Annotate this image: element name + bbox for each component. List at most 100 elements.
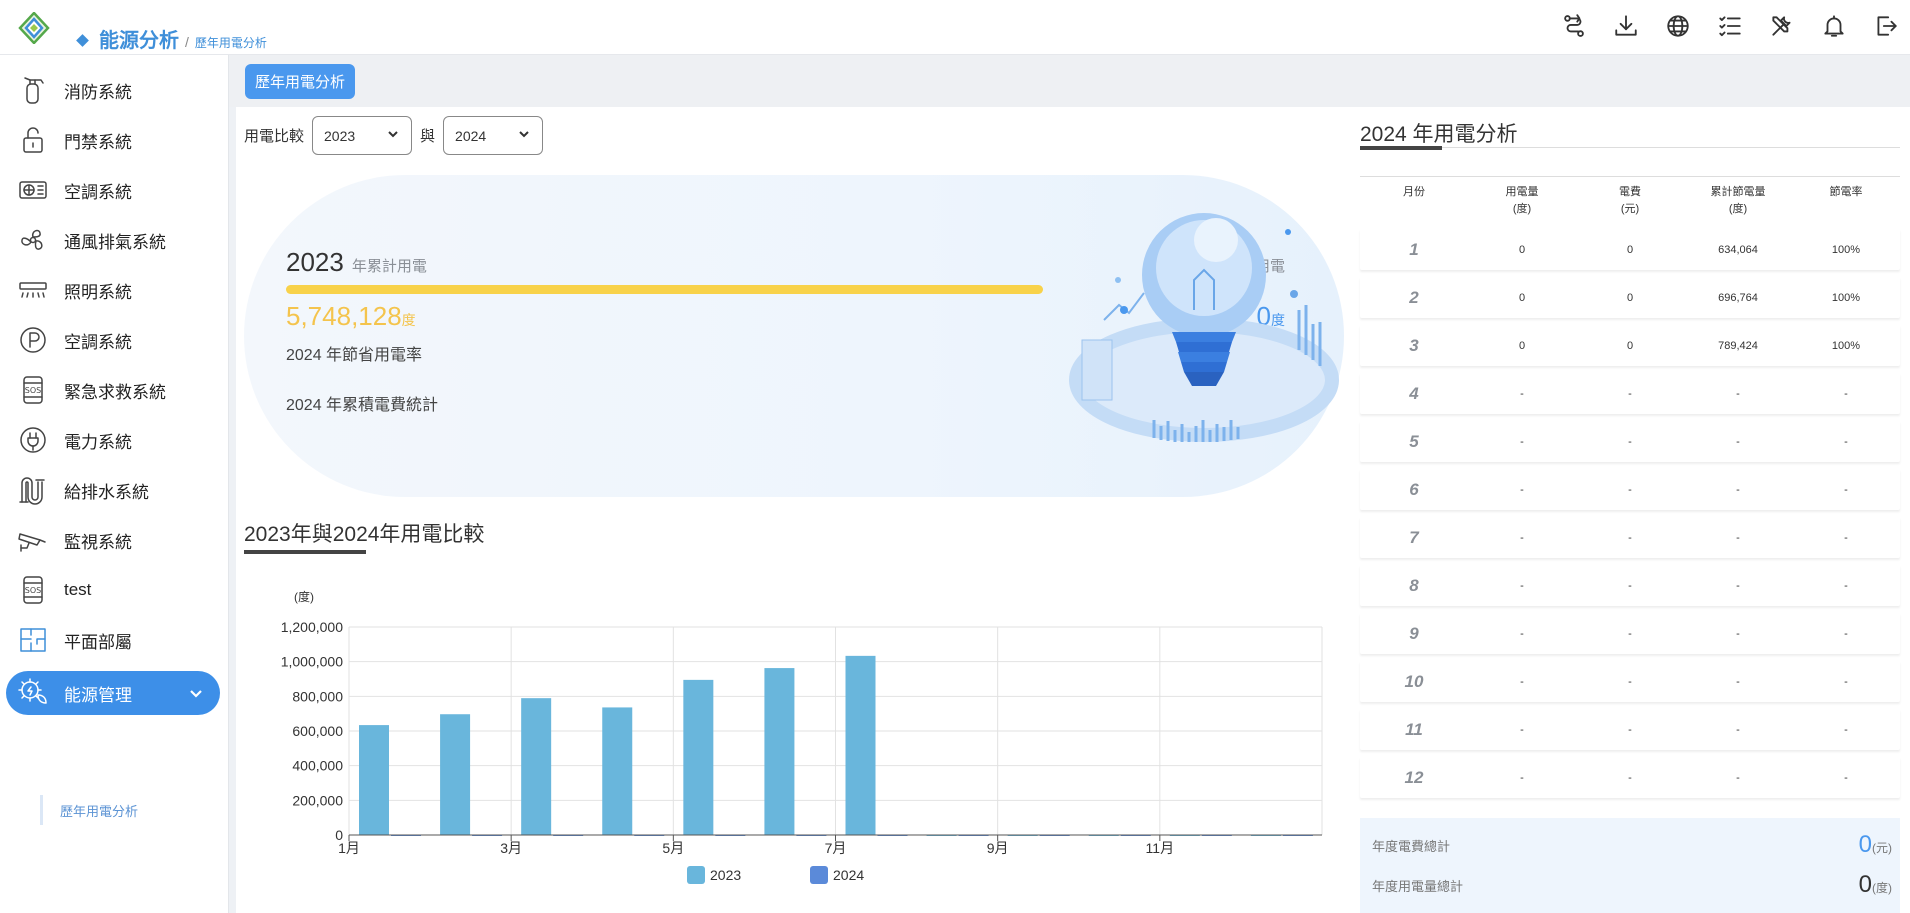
sidebar-item-aircon[interactable]: 空調系統	[6, 168, 220, 212]
x-tick-label: 11月	[1146, 840, 1175, 856]
row-month: 9	[1409, 623, 1419, 643]
sidebar-item-energy[interactable]: 能源管理	[6, 671, 220, 715]
sidebar: 消防系統 門禁系統 空調系統 通風排氣系統 照明系統 空調系統 SOS 緊急求救…	[0, 55, 229, 913]
route-icon[interactable]	[1560, 12, 1588, 40]
y-tick-label: 1,000,000	[281, 654, 343, 670]
chevron-down-icon[interactable]	[186, 683, 206, 703]
y-tick-label: 400,000	[292, 758, 343, 774]
col-rate-label: 節電率	[1829, 186, 1863, 198]
sidebar-item-power[interactable]: 電力系統	[6, 418, 220, 462]
sidebar-item-water[interactable]: 給排水系統	[6, 468, 220, 512]
row-cell: -	[1628, 771, 1632, 784]
row-month: 3	[1409, 335, 1419, 355]
sidebar-item-lighting[interactable]: 照明系統	[6, 268, 220, 312]
comparison-bar	[286, 285, 1043, 294]
sidebar-subitem-annual-analysis[interactable]: 歷年用電分析	[40, 795, 138, 825]
row-month: 4	[1409, 383, 1419, 403]
year-b-select[interactable]: 2024	[443, 116, 544, 155]
row-cell: -	[1520, 771, 1524, 784]
fee-annual-label: 年度電費總計	[1372, 838, 1451, 854]
row-cell: -	[1844, 531, 1848, 544]
sidebar-item-label: 電力系統	[64, 432, 132, 452]
row-month: 8	[1409, 575, 1419, 595]
tab-annual-analysis[interactable]: 歷年用電分析	[245, 64, 356, 99]
y-axis-label: (度)	[294, 589, 314, 604]
row-cell: -	[1628, 675, 1632, 688]
sidebar-item-label: 消防系統	[64, 82, 132, 102]
download-icon[interactable]	[1612, 12, 1640, 40]
row-cell: -	[1844, 771, 1848, 784]
row-cell: -	[1520, 579, 1524, 592]
row-cell: -	[1736, 579, 1740, 592]
bell-icon[interactable]	[1820, 12, 1848, 40]
checklist-icon[interactable]	[1716, 12, 1744, 40]
main-content: 用電比較 2023 與 2024 2023 年累計用電 2024 年累計用電 5…	[236, 107, 1910, 913]
sidebar-item-ventilation[interactable]: 通風排氣系統	[6, 218, 220, 262]
table-row: 12 - - - -	[1360, 757, 1900, 798]
row-cell: 0	[1518, 243, 1526, 256]
sidebar-item-label: 空調系統	[64, 332, 132, 352]
breadcrumb-main[interactable]: 能源分析	[99, 24, 179, 53]
sidebar-item-sos[interactable]: SOS 緊急求救系統	[6, 368, 220, 412]
globe-icon[interactable]	[1664, 12, 1692, 40]
col-rate: 節電率	[1792, 177, 1900, 226]
sidebar-item-access[interactable]: 門禁系統	[6, 118, 220, 162]
row-cell: -	[1736, 531, 1740, 544]
row-cell: 0	[1626, 339, 1634, 352]
usage-annual-number: 0	[1858, 871, 1872, 898]
table-row: 5 - - - -	[1360, 421, 1900, 462]
right-title-underline	[1360, 146, 1442, 150]
sidebar-item-test[interactable]: SOS test	[6, 568, 220, 612]
breadcrumb-current: 歷年用電分析	[194, 36, 267, 50]
light-icon	[14, 271, 52, 309]
usage-annual-unit: (度)	[1872, 881, 1892, 895]
row-cell: 100%	[1831, 291, 1861, 304]
fee-annual-unit: (元)	[1872, 841, 1892, 855]
app-logo[interactable]	[18, 11, 50, 45]
tools-icon[interactable]	[1768, 12, 1796, 40]
plug-icon	[14, 421, 52, 459]
year-a-select[interactable]: 2023	[312, 116, 413, 155]
row-cell: 0	[1626, 291, 1634, 304]
row-cell: -	[1628, 483, 1632, 496]
bar-2023-6月	[764, 668, 795, 835]
col-usage-unit: (度)	[1512, 203, 1532, 215]
lightbulb-illustration	[1064, 190, 1344, 490]
legend-label-2023: 2023	[710, 867, 741, 883]
table-row: 10 - - - -	[1360, 661, 1900, 702]
compare-controls: 用電比較 2023 與 2024	[244, 116, 544, 155]
y-tick-label: 800,000	[292, 688, 343, 704]
monthly-table-header: 月份 用電量 (度) 電費 (元) 累計節電量 (度) 節電率	[1360, 176, 1900, 226]
row-month: 10	[1404, 671, 1424, 691]
left-total: 5,748,128度	[286, 301, 416, 332]
sidebar-item-fire[interactable]: 消防系統	[6, 68, 220, 112]
compare-label: 用電比較	[244, 128, 305, 145]
table-row: 2 0 0 696,764 100%	[1360, 277, 1900, 318]
tab-bar: 歷年用電分析	[229, 55, 1910, 107]
usage-summary-card: 2023 年累計用電 2024 年累計用電 5,748,128度 0度 2024…	[244, 175, 1344, 497]
chart-title-underline	[244, 550, 366, 554]
row-cell: -	[1844, 627, 1848, 640]
row-cell: -	[1736, 675, 1740, 688]
fee-total-label: 2024 年累積電費統計	[286, 397, 439, 414]
row-month: 11	[1405, 719, 1423, 739]
sidebar-item-label: 給排水系統	[64, 482, 149, 502]
row-cell: 0	[1626, 243, 1634, 256]
sidebar-item-cctv[interactable]: 監視系統	[6, 518, 220, 562]
table-row: 11 - - - -	[1360, 709, 1900, 750]
left-year-caption: 年累計用電	[351, 258, 427, 275]
legend-swatch-2023	[687, 866, 705, 884]
row-cell: -	[1844, 387, 1848, 400]
top-header: 能源分析 / 歷年用電分析	[0, 0, 1910, 55]
y-tick-label: 600,000	[292, 723, 343, 739]
logout-icon[interactable]	[1872, 12, 1900, 40]
col-fee: 電費 (元)	[1576, 177, 1684, 226]
chevron-down-icon	[386, 127, 400, 144]
fire-extinguisher-icon	[14, 71, 52, 109]
fee-annual-total: 年度電費總計 0(元)	[1372, 830, 1892, 860]
sidebar-item-floorplan[interactable]: 平面部屬	[6, 618, 220, 662]
table-row: 4 - - - -	[1360, 373, 1900, 414]
sidebar-item-parking[interactable]: 空調系統	[6, 318, 220, 362]
fee-annual-number: 0	[1858, 831, 1872, 858]
left-year: 2023	[286, 247, 344, 277]
